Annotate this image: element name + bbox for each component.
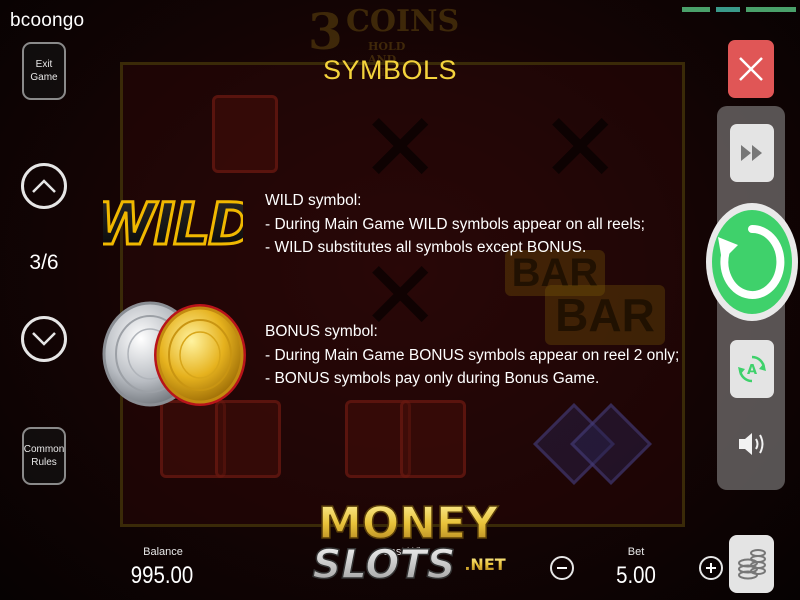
reel-symbol-x: ✕ [540,92,621,204]
reel-symbol-seven [212,95,278,173]
bonus-heading: BONUS symbol: [265,323,378,340]
plus-icon [706,563,716,573]
wild-line-1: - During Main Game WILD symbols appear o… [265,215,645,233]
wild-description: WILD symbol: - During Main Game WILD sym… [265,189,645,260]
bet-value: 5.00 [616,562,656,589]
bonus-coins-image [100,298,250,413]
bet-label: Bet [627,546,645,558]
autoplay-button[interactable]: A [730,340,774,398]
logo-number: 3 [308,2,343,61]
exit-game-button[interactable]: Exit Game [22,42,66,100]
chevron-up-icon [32,179,56,193]
watermark-suffix: .NET [464,555,505,574]
brand-logo: bcoongo [10,10,85,31]
decrease-bet-button[interactable] [550,556,574,580]
balance-label: Balance [143,546,183,558]
top-right-indicators [680,0,800,12]
fast-forward-button[interactable] [730,124,774,182]
bonus-line-2: - BONUS symbols pay only during Bonus Ga… [265,370,600,387]
close-icon [739,57,763,81]
sound-button[interactable] [730,415,774,473]
reel-symbol-seven [400,400,466,478]
spin-button[interactable] [704,201,800,323]
wild-symbol-image: WILD [90,189,258,260]
coin-stack-icon [737,549,766,580]
wild-heading: WILD symbol: [265,192,362,209]
moneyslots-watermark: MONEY SLOTS .NET [300,496,515,589]
bet-options-button[interactable] [729,535,774,593]
minus-icon [557,567,567,569]
bonus-description: BONUS symbol: - During Main Game BONUS s… [265,320,679,391]
sound-icon [739,433,764,455]
balance-value: 995.00 [130,562,194,589]
next-page-button[interactable] [21,316,67,362]
wild-logo-text: WILD [103,190,243,256]
bonus-line-1: - During Main Game BONUS symbols appear … [265,346,680,364]
close-button[interactable] [728,40,774,98]
page-title: SYMBOLS [322,55,458,85]
reel-symbol-x: ✕ [360,92,441,204]
exit-game-label: Exit Game [30,59,58,83]
watermark-line-2: SLOTS [313,542,456,586]
fast-forward-icon [741,145,762,161]
page-indicator: 3/6 [29,251,59,274]
logo-title: COINS [346,4,460,39]
wild-line-2: - WILD substitutes all symbols except BO… [265,239,587,256]
common-rules-button[interactable]: Common Rules [22,427,66,485]
previous-page-button[interactable] [21,163,67,209]
increase-bet-button[interactable] [699,556,723,580]
chevron-down-icon [32,332,56,346]
common-rules-label: Common Rules [23,444,65,468]
autoplay-icon: A [738,355,766,383]
autoplay-letter: A [747,363,757,378]
